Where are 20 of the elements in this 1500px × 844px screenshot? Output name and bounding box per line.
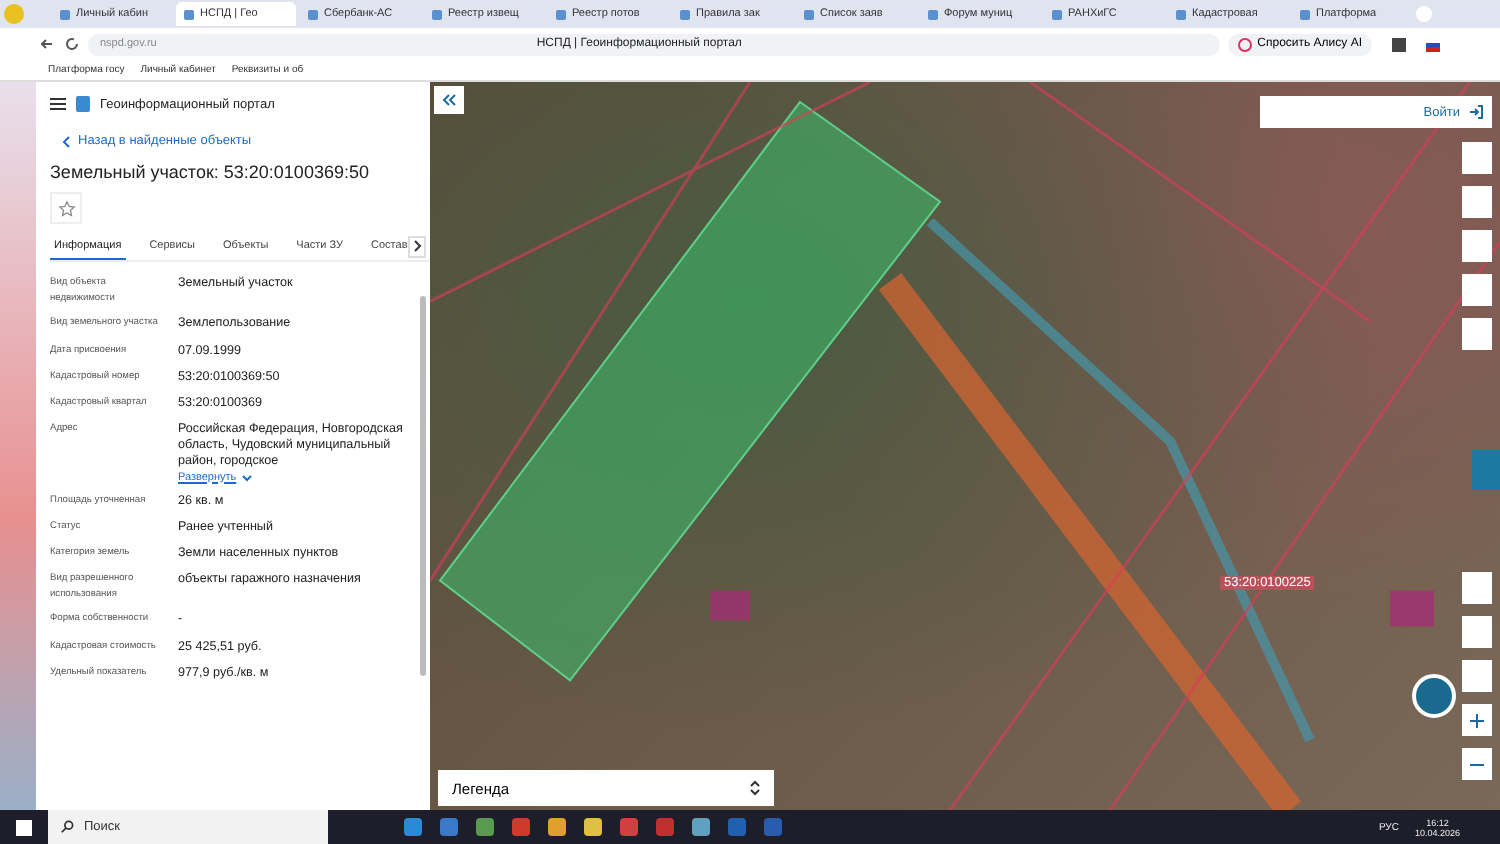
back-arrow-icon[interactable]	[40, 36, 56, 52]
chevron-left-icon[interactable]	[62, 135, 70, 147]
zoom-out-button[interactable]	[1462, 748, 1492, 780]
search-icon	[60, 820, 74, 834]
object-heading: Земельный участок: 53:20:0100369:50	[50, 162, 371, 182]
menu-icon[interactable]	[50, 98, 66, 110]
collapse-panel-button[interactable]	[434, 86, 464, 114]
favorite-button[interactable]	[50, 192, 82, 224]
windows-start-icon[interactable]	[16, 819, 32, 835]
flag-icon[interactable]	[1426, 37, 1440, 51]
up-down-chevron-icon	[750, 780, 760, 796]
portal-logo-icon	[76, 96, 90, 112]
chevron-right-icon	[413, 240, 421, 252]
chevron-down-icon[interactable]	[242, 473, 253, 482]
login-icon	[1468, 104, 1484, 120]
double-chevron-left-icon	[442, 94, 456, 106]
reload-icon[interactable]	[64, 36, 80, 52]
zoom-in-button[interactable]	[1462, 704, 1492, 736]
star-icon	[57, 199, 75, 217]
next-tab-button[interactable]	[408, 235, 426, 257]
